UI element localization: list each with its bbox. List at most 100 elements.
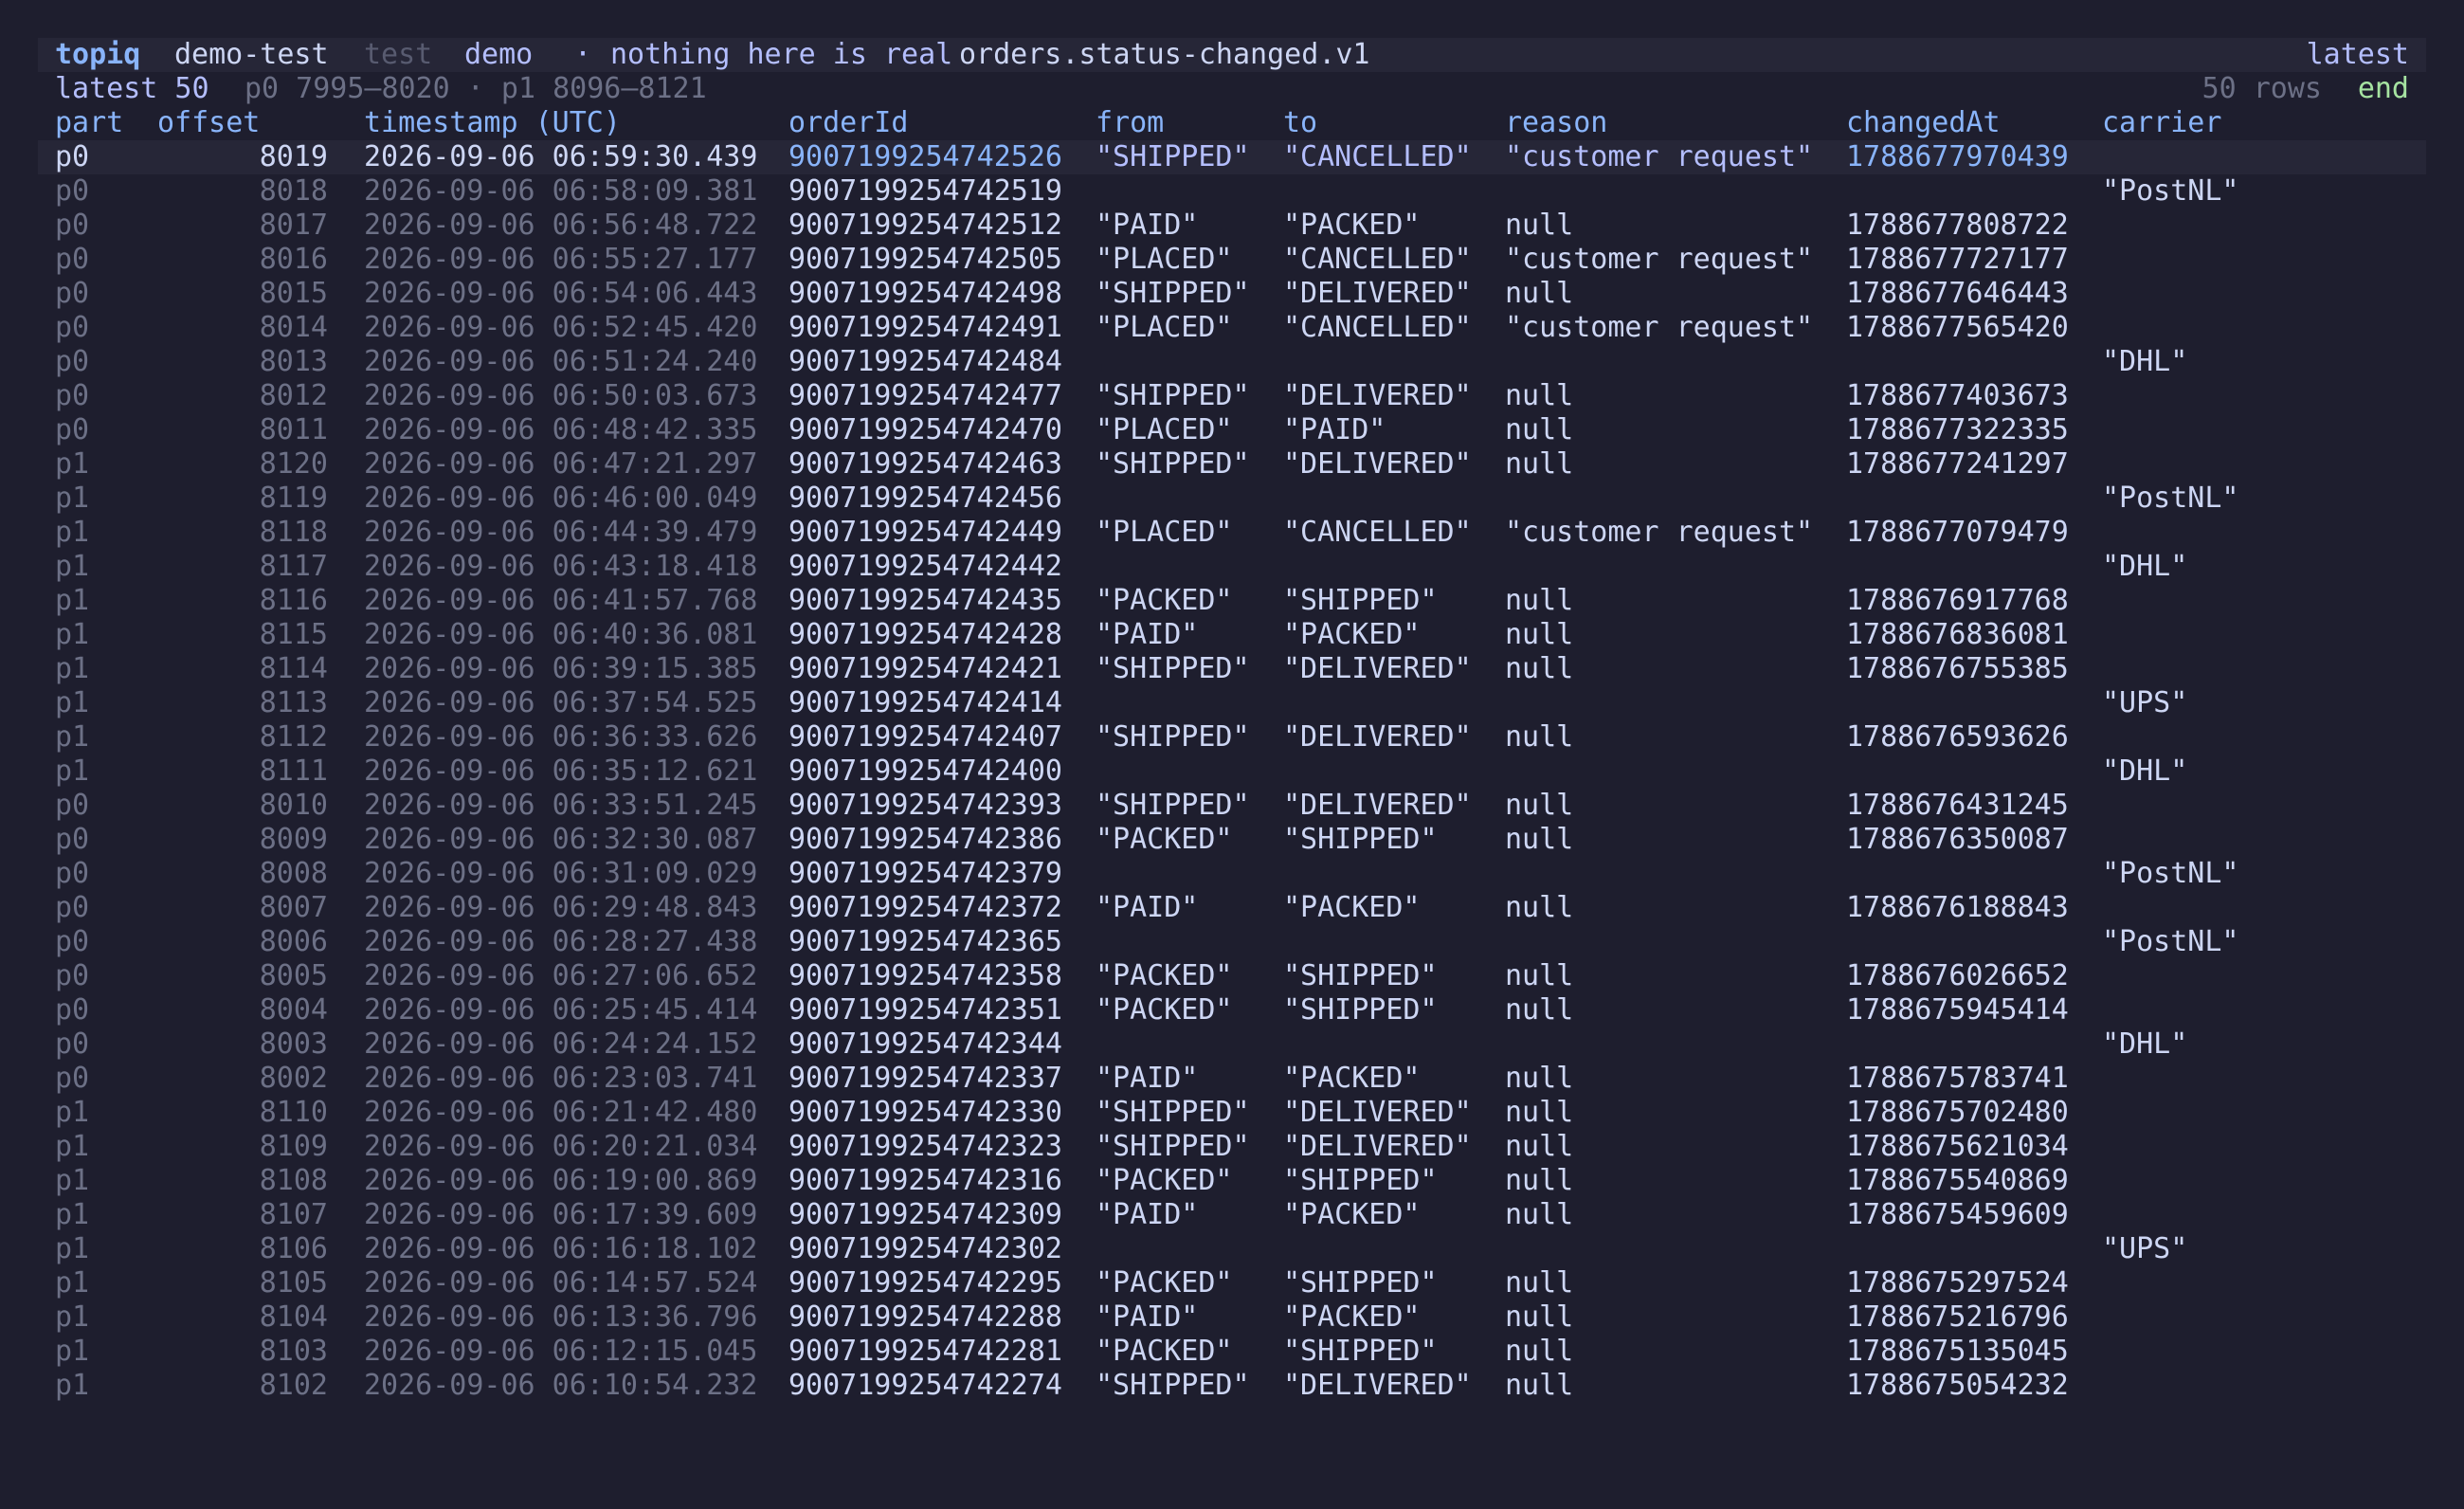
table-row[interactable]: p0 8009 2026-09-06 06:32:30.087 90071992547… <box>38 823 2426 857</box>
table-row[interactable]: p1 8110 2026-09-06 06:21:42.480 90071992547… <box>38 1096 2426 1130</box>
cell-to: "DELIVERED" <box>1283 277 1472 310</box>
cell-to: "CANCELLED" <box>1283 516 1472 549</box>
table-row[interactable]: p1 8120 2026-09-06 06:47:21.297 90071992547… <box>38 447 2426 482</box>
cell-reason: null <box>1505 1096 1574 1129</box>
column-header-changed-at[interactable]: changedAt <box>1846 106 2001 140</box>
table-row[interactable]: p0 8016 2026-09-06 06:55:27.177 90071992547… <box>38 243 2426 277</box>
table-row[interactable]: p1 8107 2026-09-06 06:17:39.609 90071992547… <box>38 1198 2426 1232</box>
column-header-to[interactable]: to <box>1283 106 1317 140</box>
table-row[interactable]: p0 8008 2026-09-06 06:31:09.029 90071992547… <box>38 857 2426 891</box>
table-row[interactable]: p0 8012 2026-09-06 06:50:03.673 90071992547… <box>38 379 2426 413</box>
table-row[interactable]: p1 8103 2026-09-06 06:12:15.045 90071992547… <box>38 1335 2426 1369</box>
cell-order-id: 9007199254742288 <box>788 1300 1062 1334</box>
table-row[interactable]: p0 8013 2026-09-06 06:51:24.240 90071992547… <box>38 345 2426 379</box>
table-row[interactable]: p1 8105 2026-09-06 06:14:57.524 90071992547… <box>38 1266 2426 1300</box>
column-header-timestamp[interactable]: timestamp (UTC) <box>364 106 621 140</box>
table-row[interactable]: p1 8108 2026-09-06 06:19:00.869 90071992547… <box>38 1164 2426 1198</box>
table-row[interactable]: p0 8005 2026-09-06 06:27:06.652 90071992547… <box>38 959 2426 993</box>
partition-ranges: p0 7995–8020 · p1 8096–8121 <box>245 72 707 105</box>
table-row[interactable]: p0 8015 2026-09-06 06:54:06.443 90071992547… <box>38 277 2426 311</box>
cell-offset: 8108 <box>259 1164 328 1197</box>
cell-offset: 8110 <box>259 1096 328 1129</box>
table-row[interactable]: p0 8010 2026-09-06 06:33:51.245 90071992547… <box>38 789 2426 823</box>
cell-offset: 8112 <box>259 720 328 754</box>
table-row[interactable]: p1 8115 2026-09-06 06:40:36.081 90071992547… <box>38 618 2426 652</box>
cell-offset: 8011 <box>259 413 328 446</box>
table-row[interactable]: p1 8104 2026-09-06 06:13:36.796 90071992547… <box>38 1300 2426 1335</box>
column-header-part[interactable]: part <box>55 106 123 140</box>
table-row[interactable]: p0 8003 2026-09-06 06:24:24.152 90071992547… <box>38 1027 2426 1062</box>
table-row[interactable]: p0 8017 2026-09-06 06:56:48.722 90071992547… <box>38 209 2426 243</box>
cell-timestamp: 2026-09-06 06:12:15.045 <box>364 1335 758 1368</box>
column-header-offset[interactable]: offset <box>157 106 260 140</box>
cell-to: "DELIVERED" <box>1283 789 1472 822</box>
cell-offset: 8019 <box>259 140 328 173</box>
table-row[interactable]: p1 8109 2026-09-06 06:20:21.034 90071992547… <box>38 1130 2426 1164</box>
cell-from: "PACKED" <box>1096 959 1233 992</box>
table-row[interactable]: p0 8007 2026-09-06 06:29:48.843 90071992547… <box>38 891 2426 925</box>
cell-changed-at: 1788676593626 <box>1846 720 2069 754</box>
table-row[interactable]: p1 8113 2026-09-06 06:37:54.525 90071992547… <box>38 686 2426 720</box>
table-row[interactable]: p1 8102 2026-09-06 06:10:54.232 90071992547… <box>38 1369 2426 1403</box>
table-row[interactable]: p1 8117 2026-09-06 06:43:18.418 90071992547… <box>38 550 2426 584</box>
column-header-order-id[interactable]: orderId <box>788 106 908 140</box>
cell-order-id: 9007199254742463 <box>788 447 1062 481</box>
cell-offset: 8017 <box>259 209 328 242</box>
table-row[interactable]: p1 8116 2026-09-06 06:41:57.768 90071992547… <box>38 584 2426 618</box>
cell-order-id: 9007199254742309 <box>788 1198 1062 1231</box>
cell-from: "PAID" <box>1096 1198 1199 1231</box>
cell-reason: null <box>1505 1369 1574 1402</box>
cell-offset: 8113 <box>259 686 328 719</box>
column-header-carrier[interactable]: carrier <box>2102 106 2221 140</box>
scroll-position: end <box>2357 72 2409 105</box>
table-row[interactable]: p1 8119 2026-09-06 06:46:00.049 90071992547… <box>38 482 2426 516</box>
cell-from: "SHIPPED" <box>1096 652 1250 685</box>
table-row[interactable]: p1 8114 2026-09-06 06:39:15.385 90071992547… <box>38 652 2426 686</box>
cell-from: "SHIPPED" <box>1096 1369 1250 1402</box>
cell-from: "SHIPPED" <box>1096 277 1250 310</box>
cell-changed-at: 1788677565420 <box>1846 311 2069 344</box>
cell-reason: null <box>1505 1130 1574 1163</box>
cell-order-id: 9007199254742491 <box>788 311 1062 344</box>
cell-to: "SHIPPED" <box>1283 584 1438 617</box>
cell-offset: 8105 <box>259 1266 328 1300</box>
cell-order-id: 9007199254742512 <box>788 209 1062 242</box>
terminal-window: topiq demo-test test demo · nothing here… <box>38 38 2426 1403</box>
cell-timestamp: 2026-09-06 06:48:42.335 <box>364 413 758 446</box>
cell-to: "DELIVERED" <box>1283 720 1472 754</box>
cell-to: "PACKED" <box>1283 1300 1421 1334</box>
cell-timestamp: 2026-09-06 06:32:30.087 <box>364 823 758 856</box>
column-header-reason[interactable]: reason <box>1505 106 1607 140</box>
cell-timestamp: 2026-09-06 06:43:18.418 <box>364 550 758 583</box>
cell-from: "PLACED" <box>1096 311 1233 344</box>
cell-carrier: "DHL" <box>2102 345 2188 378</box>
cell-reason: null <box>1505 209 1574 242</box>
cell-order-id: 9007199254742393 <box>788 789 1062 822</box>
cell-order-id: 9007199254742505 <box>788 243 1062 276</box>
table-row[interactable]: p1 8106 2026-09-06 06:16:18.102 90071992547… <box>38 1232 2426 1266</box>
table-row[interactable]: p0 8011 2026-09-06 06:48:42.335 90071992547… <box>38 413 2426 447</box>
cell-offset: 8002 <box>259 1062 328 1095</box>
cell-order-id: 9007199254742330 <box>788 1096 1062 1129</box>
cell-timestamp: 2026-09-06 06:14:57.524 <box>364 1266 758 1300</box>
context-name[interactable]: demo-test <box>174 38 329 72</box>
cell-changed-at: 1788675054232 <box>1846 1369 2069 1402</box>
cell-timestamp: 2026-09-06 06:47:21.297 <box>364 447 758 481</box>
table-row[interactable]: p1 8112 2026-09-06 06:36:33.626 90071992547… <box>38 720 2426 754</box>
table-row[interactable]: p0 8002 2026-09-06 06:23:03.741 90071992547… <box>38 1062 2426 1096</box>
mode-indicator[interactable]: latest <box>2307 38 2409 72</box>
table-row[interactable]: p0 8004 2026-09-06 06:25:45.414 90071992547… <box>38 993 2426 1027</box>
table-row[interactable]: p1 8118 2026-09-06 06:44:39.479 90071992547… <box>38 516 2426 550</box>
column-header-from[interactable]: from <box>1096 106 1164 140</box>
cell-changed-at: 1788676836081 <box>1846 618 2069 651</box>
table-row[interactable]: p0 8018 2026-09-06 06:58:09.381 90071992547… <box>38 174 2426 209</box>
table-row[interactable]: p0 8014 2026-09-06 06:52:45.420 90071992547… <box>38 311 2426 345</box>
cell-changed-at: 1788675135045 <box>1846 1335 2069 1368</box>
cell-changed-at: 1788675945414 <box>1846 993 2069 1027</box>
cell-from: "SHIPPED" <box>1096 1130 1250 1163</box>
table-row[interactable]: p1 8111 2026-09-06 06:35:12.621 90071992547… <box>38 754 2426 789</box>
topic-name[interactable]: orders.status-changed.v1 <box>959 38 1369 72</box>
table-row-selected[interactable]: p0 8019 2026-09-06 06:59:30.439 90071992547… <box>38 140 2426 174</box>
table-row[interactable]: p0 8006 2026-09-06 06:28:27.438 90071992547… <box>38 925 2426 959</box>
cell-reason: null <box>1505 447 1574 481</box>
